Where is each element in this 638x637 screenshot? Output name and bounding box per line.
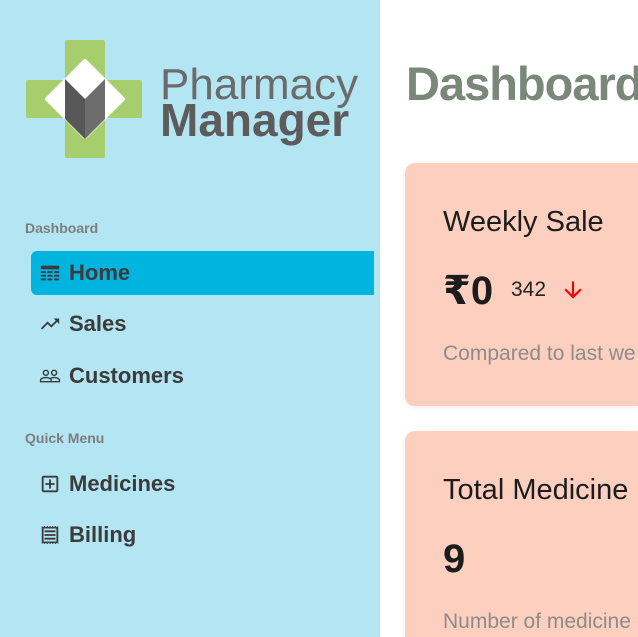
sidebar-item-label: Billing [69,522,137,547]
table-icon [39,262,61,284]
receipt-icon [39,524,61,546]
sidebar-item-billing[interactable]: Billing [31,513,374,557]
sidebar-item-sales[interactable]: Sales [31,302,374,346]
weekly-sale-card: Weekly Sale ₹0 342 Compared to last we [405,163,638,406]
sidebar-item-home[interactable]: Home [31,251,374,295]
sidebar-item-label: Home [69,260,131,285]
card-value: 9 [443,537,466,581]
trending-up-icon [39,313,61,335]
nav-section-dashboard-label: Dashboard [25,220,99,236]
people-icon [39,365,61,387]
sidebar-item-label: Customers [69,363,184,388]
card-title: Weekly Sale [443,206,604,238]
sidebar-item-label: Medicines [69,471,176,496]
total-medicine-card: Total Medicine 9 Number of medicine [405,431,638,637]
add-box-icon [39,473,61,495]
nav-section-quick-menu-label: Quick Menu [25,430,105,446]
card-value: ₹0 [443,269,494,313]
logo-text-manager: Manager [160,94,350,146]
card-title: Total Medicine [443,474,629,506]
logo-cross-icon [26,40,144,158]
change-value: 342 [511,278,547,301]
sidebar-item-customers[interactable]: Customers [31,354,374,398]
card-note: Compared to last we [443,342,636,365]
sidebar: Pharmacy Manager Dashboard Home Sales Cu… [0,0,380,637]
page-title: Dashboard [406,57,638,110]
sidebar-item-label: Sales [69,311,127,336]
sidebar-item-medicines[interactable]: Medicines [31,462,374,506]
card-note: Number of medicine [443,610,631,633]
arrow-down-icon [560,277,586,303]
